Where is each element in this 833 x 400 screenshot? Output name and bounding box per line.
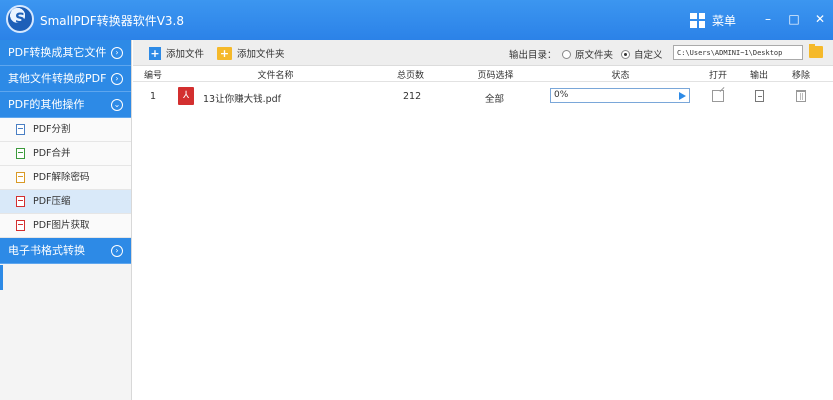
progress-bar: 0% [550, 88, 690, 103]
close-button[interactable]: ✕ [810, 10, 830, 28]
category-ebook-convert[interactable]: 电子书格式转换 › [0, 238, 131, 264]
image-doc-icon [16, 220, 25, 231]
table-row[interactable]: 1 ⅄ 13让你赚大钱.pdf 212 全部 0% [133, 82, 833, 112]
open-file-icon[interactable] [712, 90, 724, 102]
title-bar: S SmallPDF转换器软件V3.8 菜单 – □ ✕ [0, 0, 833, 40]
col-page-selection: 页码选择 [477, 71, 514, 81]
progress-text: 0% [554, 90, 569, 100]
maximize-button[interactable]: □ [784, 10, 804, 28]
sidebar-item-pdf-unlock[interactable]: PDF解除密码 [0, 166, 131, 190]
col-index: 编号 [143, 71, 162, 81]
radio-custom-folder[interactable]: 自定义 [621, 47, 663, 61]
sidebar-item-pdf-image-extract[interactable]: PDF图片获取 [0, 214, 131, 238]
menu-label: 菜单 [712, 13, 737, 28]
merge-doc-icon [16, 148, 25, 159]
sidebar-item-pdf-split[interactable]: PDF分割 [0, 118, 131, 142]
col-open: 打开 [708, 71, 727, 81]
chevron-down-icon: ⌄ [111, 99, 123, 111]
col-filename: 文件名称 [257, 71, 294, 81]
category-pdf-other-ops[interactable]: PDF的其他操作 ⌄ [0, 92, 131, 118]
table-header: 编号 文件名称 总页数 页码选择 状态 打开 输出 移除 [133, 66, 833, 82]
pdf-file-icon: ⅄ [178, 87, 194, 105]
menu-button[interactable]: 菜单 [690, 10, 736, 30]
radio-selected-icon [621, 49, 630, 59]
col-status: 状态 [611, 71, 630, 81]
output-path-input[interactable] [673, 45, 803, 60]
minimize-button[interactable]: – [758, 10, 778, 28]
sidebar-accent-marker [0, 265, 3, 290]
col-pages: 总页数 [396, 71, 424, 81]
sidebar-item-pdf-compress[interactable]: PDF压缩 [0, 190, 131, 214]
chevron-right-icon: › [111, 47, 123, 59]
menu-grid-icon [690, 12, 705, 28]
sidebar-item-pdf-merge[interactable]: PDF合并 [0, 142, 131, 166]
sidebar: PDF转换成其它文件 › 其他文件转换成PDF › PDF的其他操作 ⌄ PDF… [0, 40, 132, 400]
radio-icon [562, 49, 571, 59]
unlock-doc-icon [16, 172, 25, 183]
category-pdf-to-other[interactable]: PDF转换成其它文件 › [0, 40, 131, 66]
row-pages: 212 [403, 91, 422, 102]
toolbar: + 添加文件 + 添加文件夹 输出目录： 原文件夹 自定义 [133, 40, 833, 66]
col-remove: 移除 [791, 71, 810, 81]
trash-icon[interactable] [796, 90, 806, 102]
row-filename: 13让你赚大钱.pdf [203, 94, 282, 105]
add-folder-icon: + [217, 46, 232, 60]
add-file-icon: + [149, 46, 161, 60]
app-logo-icon: S [6, 5, 34, 33]
radio-original-folder[interactable]: 原文件夹 [562, 47, 613, 61]
output-dir-label: 输出目录： [509, 50, 557, 61]
browse-folder-icon[interactable] [809, 44, 823, 58]
add-file-button[interactable]: + 添加文件 [149, 45, 204, 61]
play-icon[interactable] [679, 92, 686, 100]
chevron-right-icon: › [111, 245, 123, 257]
app-title: SmallPDF转换器软件V3.8 [40, 14, 185, 28]
output-folder-icon[interactable] [755, 90, 764, 102]
row-page-selection[interactable]: 全部 [485, 91, 504, 105]
col-output: 输出 [749, 71, 768, 81]
category-other-to-pdf[interactable]: 其他文件转换成PDF › [0, 66, 131, 92]
split-doc-icon [16, 124, 25, 135]
row-index: 1 [150, 91, 157, 102]
chevron-right-icon: › [111, 73, 123, 85]
add-folder-button[interactable]: + 添加文件夹 [217, 45, 285, 61]
compress-doc-icon [16, 196, 25, 207]
